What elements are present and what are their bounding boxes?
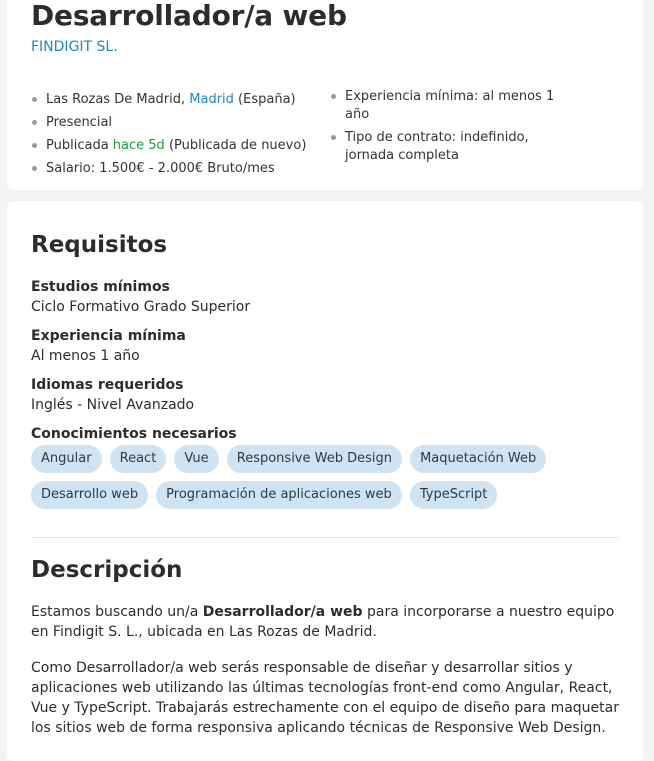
location-suffix: (España) xyxy=(233,92,296,107)
salary-item: Salario: 1.500€ - 2.000€ Bruto/mes xyxy=(31,157,321,180)
section-divider xyxy=(31,537,619,538)
skill-chip[interactable]: Desarrollo web xyxy=(31,481,149,509)
job-header-card: Desarrollador/a web FINDIGIT SL. Las Roz… xyxy=(7,0,643,190)
published-suffix: (Publicada de nuevo) xyxy=(164,138,307,153)
studies-value: Ciclo Formativo Grado Superior xyxy=(31,299,251,315)
published-item: Publicada hace 5d (Publicada de nuevo) xyxy=(31,134,321,157)
location-link[interactable]: Madrid xyxy=(189,92,234,107)
languages-value: Inglés - Nivel Avanzado xyxy=(31,397,195,413)
job-title: Desarrollador/a web xyxy=(31,0,347,32)
skill-chip[interactable]: Angular xyxy=(31,445,102,473)
studies-label: Estudios mínimos xyxy=(31,279,170,295)
skills-list: Angular React Vue Responsive Web Design … xyxy=(31,445,631,517)
experience-label: Experiencia mínima xyxy=(31,328,186,344)
description-paragraph-1: Estamos buscando un/a Desarrollador/a we… xyxy=(31,602,621,642)
skills-label: Conocimientos necesarios xyxy=(31,426,237,442)
skill-chip[interactable]: Programación de aplicaciones web xyxy=(156,481,402,509)
job-details-left: Las Rozas De Madrid, Madrid (España) Pre… xyxy=(31,88,321,180)
description-p1-bold: Desarrollador/a web xyxy=(202,604,363,620)
skill-chip[interactable]: TypeScript xyxy=(409,481,498,509)
published-prefix: Publicada xyxy=(46,138,113,153)
company-link[interactable]: FINDIGIT SL. xyxy=(31,39,118,55)
modality-item: Presencial xyxy=(31,111,321,134)
experience-item: Experiencia mínima: al menos 1 año xyxy=(330,88,580,124)
job-body-card: Requisitos Estudios mínimos Ciclo Format… xyxy=(7,201,643,761)
skill-chip[interactable]: Responsive Web Design xyxy=(226,445,402,473)
skill-chip[interactable]: Vue xyxy=(174,445,219,473)
job-details-right: Experiencia mínima: al menos 1 año Tipo … xyxy=(330,88,580,170)
description-heading: Descripción xyxy=(31,557,183,583)
location-item: Las Rozas De Madrid, Madrid (España) xyxy=(31,88,321,111)
description-p1-pre: Estamos buscando un/a xyxy=(31,604,203,620)
languages-label: Idiomas requeridos xyxy=(31,377,184,393)
skill-chip[interactable]: Maquetación Web xyxy=(410,445,547,473)
requirements-heading: Requisitos xyxy=(31,232,168,258)
experience-value: Al menos 1 año xyxy=(31,348,140,364)
description-paragraph-2: Como Desarrollador/a web serás responsab… xyxy=(31,660,619,736)
location-prefix: Las Rozas De Madrid, xyxy=(46,92,190,107)
skill-chip[interactable]: React xyxy=(109,445,167,473)
published-age: hace 5d xyxy=(112,138,165,153)
contract-item: Tipo de contrato: indefinido, jornada co… xyxy=(330,129,580,165)
